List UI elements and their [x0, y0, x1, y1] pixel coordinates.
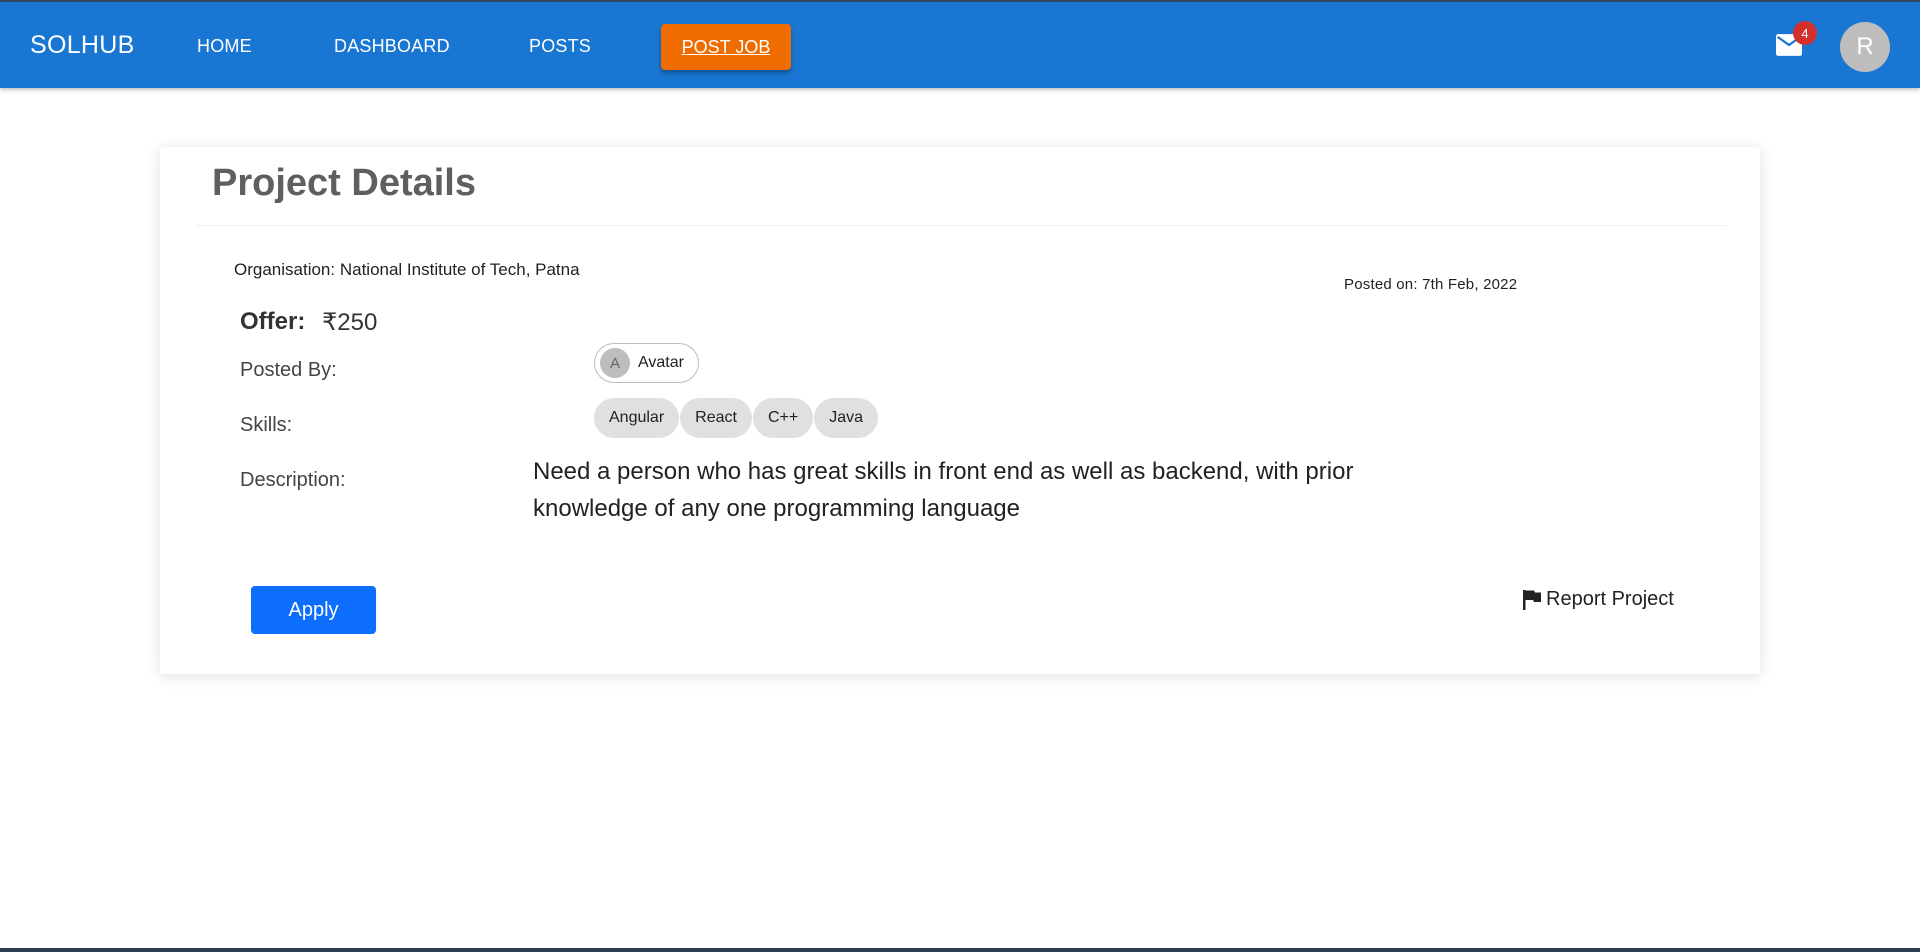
- offer-value: ₹250: [322, 309, 378, 336]
- report-project-link[interactable]: Report Project: [1522, 588, 1674, 611]
- user-avatar[interactable]: R: [1840, 22, 1890, 72]
- organisation-text: Organisation: National Institute of Tech…: [234, 260, 580, 279]
- skills-list: Angular React C++ Java: [594, 398, 879, 438]
- bottom-border: [0, 948, 1920, 952]
- post-job-button[interactable]: POST JOB: [661, 24, 791, 70]
- posted-by-label: Posted By:: [240, 359, 337, 381]
- poster-avatar: A: [600, 348, 630, 378]
- nav-dashboard[interactable]: DASHBOARD: [334, 36, 450, 57]
- description-text: Need a person who has great skills in fr…: [533, 458, 1354, 522]
- skill-chip: C++: [752, 398, 814, 438]
- nav-home[interactable]: HOME: [197, 36, 252, 57]
- title-divider: [196, 225, 1726, 226]
- skill-chip: React: [680, 398, 752, 438]
- skill-chip: Angular: [594, 398, 680, 438]
- mail-badge: 4: [1793, 21, 1817, 45]
- poster-name: Avatar: [638, 354, 684, 371]
- nav-posts[interactable]: POSTS: [529, 36, 591, 57]
- skill-chip: Java: [814, 398, 878, 438]
- description-label: Description:: [240, 469, 346, 491]
- report-project-label: Report Project: [1546, 588, 1674, 610]
- posted-on-date: Posted on: 7th Feb, 2022: [1344, 276, 1518, 293]
- page-title: Project Details: [212, 162, 476, 204]
- top-navbar: SOLHUB HOME DASHBOARD POSTS POST JOB 4 R: [0, 0, 1920, 88]
- skills-label: Skills:: [240, 414, 293, 436]
- project-details-card: Project Details Organisation: National I…: [160, 147, 1760, 674]
- apply-button[interactable]: Apply: [251, 586, 376, 634]
- brand-logo[interactable]: SOLHUB: [30, 31, 135, 60]
- offer-label: Offer:: [240, 308, 306, 335]
- flag-icon: [1523, 589, 1541, 610]
- posted-by-chip[interactable]: A Avatar: [594, 343, 699, 383]
